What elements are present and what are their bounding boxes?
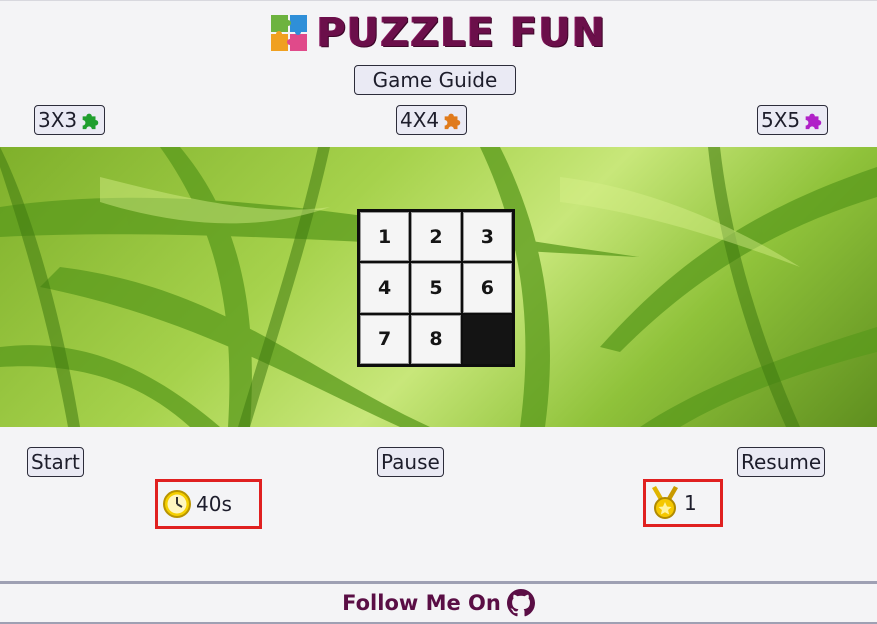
medal-icon bbox=[652, 486, 678, 519]
size-3x3-button[interactable]: 3X3 bbox=[34, 105, 106, 135]
size-4x4-label: 4X4 bbox=[400, 108, 440, 132]
page-title: PUZZLE FUN bbox=[316, 10, 607, 56]
size-5x5-button[interactable]: 5X5 bbox=[757, 105, 829, 135]
puzzle-tile[interactable]: 4 bbox=[360, 263, 410, 313]
empty-tile[interactable] bbox=[462, 314, 512, 364]
start-button[interactable]: Start bbox=[27, 447, 84, 477]
moves-display: 1 bbox=[643, 479, 723, 527]
game-guide-button[interactable]: Game Guide bbox=[354, 65, 516, 95]
pause-label: Pause bbox=[381, 450, 440, 474]
timer-value: 40s bbox=[196, 492, 232, 516]
resume-button[interactable]: Resume bbox=[737, 447, 826, 477]
puzzle-tile[interactable]: 3 bbox=[462, 212, 512, 262]
pause-button[interactable]: Pause bbox=[377, 447, 444, 477]
resume-label: Resume bbox=[741, 450, 822, 474]
footer: Follow Me On bbox=[0, 581, 877, 624]
start-label: Start bbox=[31, 450, 80, 474]
puzzle-tile[interactable]: 7 bbox=[360, 314, 410, 364]
size-4x4-button[interactable]: 4X4 bbox=[396, 105, 468, 135]
header: PUZZLE FUN bbox=[0, 9, 877, 57]
puzzle-tile[interactable]: 6 bbox=[462, 263, 512, 313]
size-3x3-label: 3X3 bbox=[38, 108, 78, 132]
github-icon[interactable] bbox=[506, 589, 535, 617]
board-background: 123 456 78 bbox=[0, 147, 877, 427]
puzzle-tile[interactable]: 1 bbox=[360, 212, 410, 262]
puzzle-tile[interactable]: 5 bbox=[411, 263, 461, 313]
puzzle-tile[interactable]: 8 bbox=[411, 314, 461, 364]
timer-display: 40s bbox=[155, 479, 262, 529]
puzzle-tile[interactable]: 2 bbox=[411, 212, 461, 262]
puzzle-board: 123 456 78 bbox=[357, 209, 515, 367]
size-5x5-label: 5X5 bbox=[761, 108, 801, 132]
puzzle-logo-icon bbox=[270, 15, 307, 51]
moves-value: 1 bbox=[684, 491, 697, 515]
puzzle-piece-icon bbox=[82, 113, 99, 130]
puzzle-piece-icon bbox=[444, 113, 461, 130]
game-guide-label: Game Guide bbox=[372, 68, 498, 92]
footer-text: Follow Me On bbox=[342, 591, 501, 615]
clock-icon bbox=[163, 490, 191, 518]
puzzle-piece-icon bbox=[805, 113, 822, 130]
